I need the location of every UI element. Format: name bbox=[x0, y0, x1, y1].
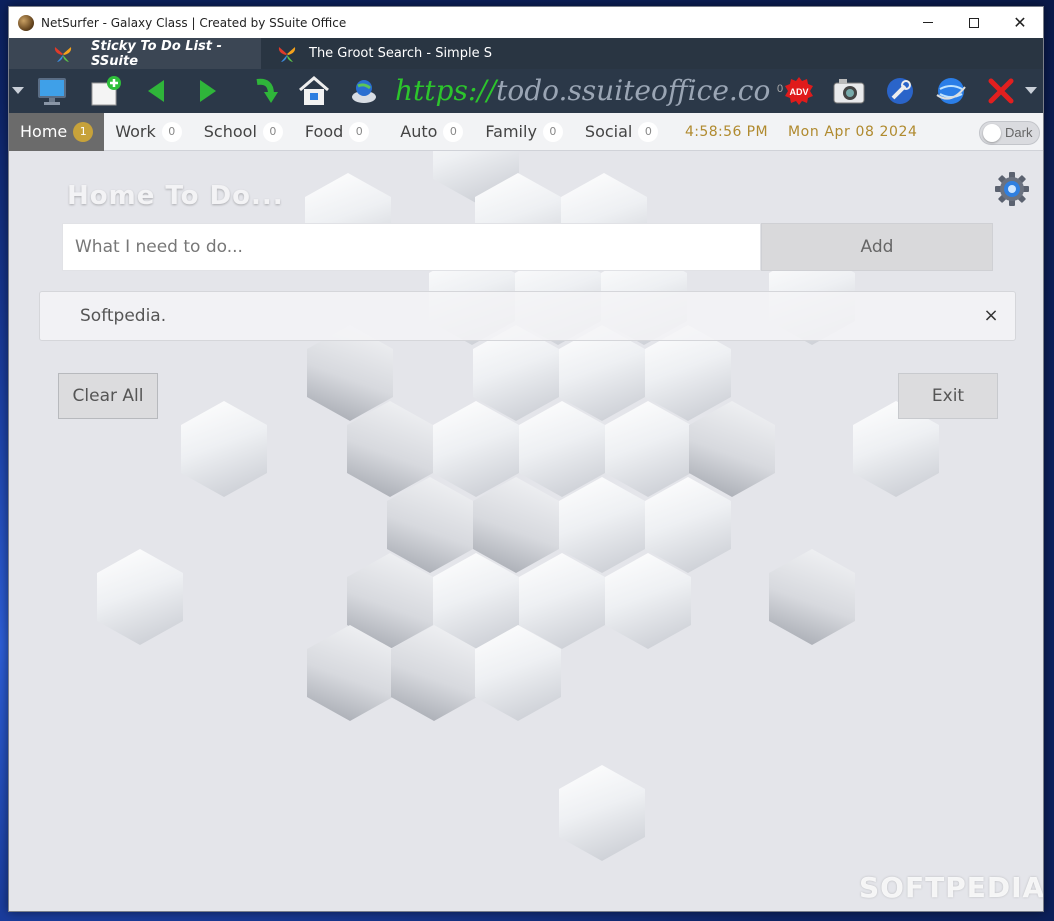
close-page-button[interactable] bbox=[984, 74, 1018, 108]
tab-sticky-todo[interactable]: Sticky To Do List - SSuite bbox=[9, 38, 261, 69]
maximize-button[interactable] bbox=[951, 7, 997, 38]
maximize-icon bbox=[969, 17, 979, 28]
dark-mode-toggle[interactable]: Dark bbox=[979, 121, 1040, 145]
clear-all-button[interactable]: Clear All bbox=[58, 373, 158, 419]
watermark: SOFTPEDIA bbox=[859, 871, 1043, 904]
new-tab-icon bbox=[91, 76, 121, 106]
forward-button[interactable] bbox=[191, 74, 225, 108]
nav-label: Social bbox=[584, 122, 633, 141]
nav-social[interactable]: Social 0 bbox=[574, 113, 669, 151]
count-badge: 0 bbox=[262, 121, 283, 142]
minimize-icon bbox=[923, 22, 933, 23]
nav-home[interactable]: Home 1 bbox=[9, 113, 105, 151]
list-item[interactable]: Softpedia. × bbox=[39, 291, 1016, 341]
camera-button[interactable] bbox=[832, 74, 866, 108]
close-window-button[interactable]: ✕ bbox=[997, 7, 1043, 38]
reload-button[interactable] bbox=[247, 74, 281, 108]
tools-button[interactable] bbox=[883, 74, 917, 108]
count-badge: 0 bbox=[349, 121, 370, 142]
browser-toolbar: https://todo.ssuiteoffice.com 0 ADV bbox=[9, 69, 1043, 113]
back-button[interactable] bbox=[139, 74, 173, 108]
web-globe-button[interactable] bbox=[934, 74, 968, 108]
todo-text: Softpedia. bbox=[80, 306, 167, 326]
tab-groot-search[interactable]: The Groot Search - Simple S bbox=[261, 38, 501, 69]
monitor-button[interactable] bbox=[35, 74, 69, 108]
svg-text:ADV: ADV bbox=[789, 87, 808, 97]
hexagon-decor bbox=[689, 401, 775, 497]
nav-label: Home bbox=[20, 122, 68, 141]
dropdown-icon bbox=[12, 87, 24, 94]
reload-icon bbox=[256, 78, 278, 103]
new-tab-button[interactable] bbox=[89, 74, 123, 108]
close-x-icon bbox=[988, 78, 1014, 104]
hexagon-decor bbox=[769, 549, 855, 645]
home-button[interactable] bbox=[297, 74, 331, 108]
back-icon bbox=[148, 80, 164, 102]
title-bar: NetSurfer - Galaxy Class | Created by SS… bbox=[9, 7, 1043, 38]
forward-icon bbox=[200, 80, 216, 102]
url-scheme: https:// bbox=[395, 74, 497, 107]
nav-work[interactable]: Work 0 bbox=[104, 113, 193, 151]
count-badge: 1 bbox=[73, 121, 94, 142]
tab-bar: Sticky To Do List - SSuite The Groot Sea… bbox=[9, 38, 1043, 69]
settings-button[interactable] bbox=[994, 171, 1030, 207]
url-bar[interactable]: https://todo.ssuiteoffice.com bbox=[395, 73, 771, 109]
camera-icon bbox=[833, 79, 865, 104]
web-globe-icon bbox=[936, 78, 966, 104]
gear-icon bbox=[995, 172, 1029, 206]
dropdown-button[interactable] bbox=[9, 74, 27, 108]
close-icon: ✕ bbox=[1013, 14, 1027, 32]
menu-dropdown-icon bbox=[1025, 87, 1037, 94]
todo-list: Softpedia. × bbox=[39, 291, 1016, 341]
nav-label: Work bbox=[115, 122, 156, 141]
hexagon-decor bbox=[181, 401, 267, 497]
nav-label: Food bbox=[304, 122, 344, 141]
delete-item-button[interactable]: × bbox=[981, 306, 1001, 326]
add-button[interactable]: Add bbox=[761, 223, 993, 271]
nav-label: Family bbox=[485, 122, 537, 141]
count-badge: 0 bbox=[638, 121, 659, 142]
add-todo-row: Add bbox=[62, 223, 993, 271]
minimize-button[interactable] bbox=[905, 7, 951, 38]
url-host: todo.ssuiteoffice.com bbox=[496, 74, 771, 107]
date-display: Mon Apr 08 2024 bbox=[788, 124, 918, 140]
count-badge: 0 bbox=[443, 121, 464, 142]
monitor-icon bbox=[38, 78, 66, 105]
toggle-label: Dark bbox=[1005, 125, 1033, 140]
nav-family[interactable]: Family 0 bbox=[474, 113, 573, 151]
globe-search-icon bbox=[352, 80, 376, 103]
exit-button[interactable]: Exit bbox=[898, 373, 998, 419]
todo-app: Home 1 Work 0 School 0 Food 0 Auto 0 Fam… bbox=[9, 113, 1043, 911]
adv-button[interactable]: ADV bbox=[782, 74, 816, 108]
nav-food[interactable]: Food 0 bbox=[294, 113, 380, 151]
browser-window: NetSurfer - Galaxy Class | Created by SS… bbox=[8, 6, 1044, 912]
hexagon-decor bbox=[559, 765, 645, 861]
window-title: NetSurfer - Galaxy Class | Created by SS… bbox=[41, 15, 347, 30]
tools-icon bbox=[887, 78, 913, 104]
butterfly-icon bbox=[278, 47, 296, 62]
clock: 4:58:56 PM bbox=[685, 124, 768, 140]
globe-search-button[interactable] bbox=[347, 74, 381, 108]
nav-label: Auto bbox=[400, 122, 438, 141]
tab-label: The Groot Search - Simple S bbox=[309, 46, 492, 61]
todo-input[interactable] bbox=[62, 223, 761, 271]
nav-auto[interactable]: Auto 0 bbox=[380, 113, 474, 151]
nav-school[interactable]: School 0 bbox=[193, 113, 294, 151]
toggle-knob bbox=[983, 124, 1001, 142]
hexagon-decor bbox=[97, 549, 183, 645]
count-badge: 0 bbox=[161, 121, 182, 142]
category-nav: Home 1 Work 0 School 0 Food 0 Auto 0 Fam… bbox=[9, 113, 1043, 151]
tab-label: Sticky To Do List - SSuite bbox=[91, 38, 222, 69]
page-title: Home To Do... bbox=[67, 181, 284, 211]
count-badge: 0 bbox=[542, 121, 563, 142]
home-icon bbox=[299, 76, 329, 105]
menu-dropdown-button[interactable] bbox=[1021, 74, 1041, 108]
app-icon bbox=[18, 14, 34, 31]
butterfly-icon bbox=[54, 47, 72, 62]
adv-icon: ADV bbox=[785, 77, 813, 105]
nav-label: School bbox=[203, 122, 257, 141]
